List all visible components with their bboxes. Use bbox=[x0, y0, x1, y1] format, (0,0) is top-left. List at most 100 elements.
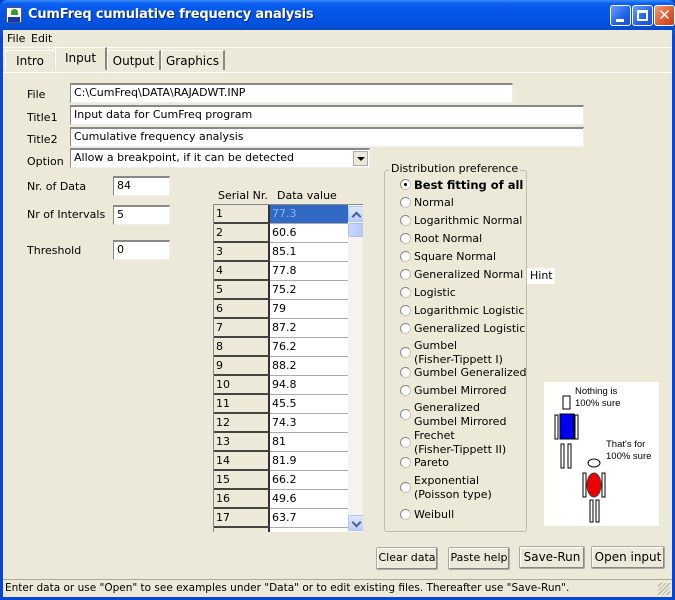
title2-input[interactable]: Cumulative frequency analysis bbox=[70, 127, 584, 147]
serial-cell[interactable]: 5 bbox=[214, 281, 270, 300]
data-value-cell[interactable]: 63.7 bbox=[270, 509, 348, 528]
table-row[interactable]: 16 49.6 bbox=[214, 490, 348, 509]
serial-cell[interactable]: 1 bbox=[214, 205, 270, 224]
data-value-cell[interactable]: 74.3 bbox=[270, 414, 348, 433]
serial-cell[interactable]: 8 bbox=[214, 338, 270, 357]
serial-cell[interactable]: 16 bbox=[214, 490, 270, 509]
tab-output[interactable]: Output bbox=[107, 50, 161, 70]
data-value-cell[interactable]: 45.5 bbox=[270, 395, 348, 414]
scroll-down-icon[interactable] bbox=[348, 515, 363, 531]
cumfreq-app-icon[interactable] bbox=[6, 7, 22, 23]
serial-cell[interactable]: 3 bbox=[214, 243, 270, 262]
close-button[interactable]: ✕ bbox=[654, 5, 675, 26]
serial-cell[interactable]: 17 bbox=[214, 509, 270, 528]
data-value-cell[interactable]: 60.6 bbox=[270, 224, 348, 243]
table-row[interactable]: 10 94.8 bbox=[214, 376, 348, 395]
table-row[interactable]: 14 81.9 bbox=[214, 452, 348, 471]
data-value-cell[interactable]: 79 bbox=[270, 300, 348, 319]
resize-grip-icon[interactable] bbox=[658, 583, 670, 595]
radio-button[interactable] bbox=[400, 457, 411, 468]
radio-button[interactable] bbox=[400, 367, 411, 378]
radio-button[interactable] bbox=[400, 197, 411, 208]
data-value-cell[interactable]: 70.5 bbox=[270, 528, 348, 532]
hint-label[interactable]: Hint bbox=[527, 268, 555, 284]
tab-input[interactable]: Input bbox=[55, 47, 107, 70]
table-row[interactable]: 5 75.2 bbox=[214, 281, 348, 300]
data-value-cell[interactable]: 75.2 bbox=[270, 281, 348, 300]
data-value-cell[interactable]: 81 bbox=[270, 433, 348, 452]
table-row[interactable]: 17 63.7 bbox=[214, 509, 348, 528]
data-value-cell[interactable]: 77.3 bbox=[270, 205, 348, 224]
table-row[interactable]: 12 74.3 bbox=[214, 414, 348, 433]
radio-button[interactable] bbox=[400, 347, 411, 358]
maximize-button[interactable] bbox=[632, 5, 653, 26]
table-row[interactable]: 2 60.6 bbox=[214, 224, 348, 243]
menu-edit[interactable]: Edit bbox=[31, 32, 52, 45]
nr-data-input[interactable]: 84 bbox=[113, 176, 170, 196]
radio-button[interactable] bbox=[400, 385, 411, 396]
table-row[interactable]: 1 77.3 bbox=[214, 205, 348, 224]
serial-cell[interactable]: 13 bbox=[214, 433, 270, 452]
data-value-cell[interactable]: 85.1 bbox=[270, 243, 348, 262]
option-select[interactable]: Allow a breakpoint, if it can be detecte… bbox=[70, 148, 370, 168]
title-bar[interactable]: CumFreq cumulative frequency analysis ✕ bbox=[0, 0, 675, 30]
clear-data-button[interactable]: Clear data bbox=[376, 547, 438, 570]
data-value-cell[interactable]: 77.8 bbox=[270, 262, 348, 281]
minimize-button[interactable] bbox=[610, 5, 631, 26]
data-value-cell[interactable]: 81.9 bbox=[270, 452, 348, 471]
scroll-thumb[interactable] bbox=[348, 223, 363, 237]
save-run-button[interactable]: Save-Run bbox=[519, 546, 585, 569]
radio-button[interactable] bbox=[400, 305, 411, 316]
radio-button[interactable] bbox=[400, 179, 411, 190]
nr-intervals-input[interactable]: 5 bbox=[113, 205, 170, 225]
serial-cell[interactable]: 14 bbox=[214, 452, 270, 471]
table-row[interactable]: 15 66.2 bbox=[214, 471, 348, 490]
table-row[interactable]: 13 81 bbox=[214, 433, 348, 452]
table-row[interactable]: 8 76.2 bbox=[214, 338, 348, 357]
table-row[interactable]: 6 79 bbox=[214, 300, 348, 319]
serial-cell[interactable]: 7 bbox=[214, 319, 270, 338]
serial-cell[interactable]: 10 bbox=[214, 376, 270, 395]
data-value-cell[interactable]: 76.2 bbox=[270, 338, 348, 357]
radio-button[interactable] bbox=[400, 482, 411, 493]
data-value-cell[interactable]: 66.2 bbox=[270, 471, 348, 490]
serial-cell[interactable]: 4 bbox=[214, 262, 270, 281]
radio-button[interactable] bbox=[400, 437, 411, 448]
radio-button[interactable] bbox=[400, 215, 411, 226]
open-input-button[interactable]: Open input bbox=[591, 546, 665, 569]
serial-cell[interactable]: 11 bbox=[214, 395, 270, 414]
threshold-input[interactable]: 0 bbox=[113, 240, 170, 260]
radio-button[interactable] bbox=[400, 323, 411, 334]
grid-scrollbar[interactable] bbox=[348, 205, 363, 532]
tab-intro[interactable]: Intro bbox=[5, 50, 55, 70]
serial-cell[interactable]: 15 bbox=[214, 471, 270, 490]
serial-cell[interactable]: 18 bbox=[214, 528, 270, 532]
file-path-input[interactable]: C:\CumFreq\DATA\RAJADWT.INP bbox=[70, 83, 513, 103]
data-value-cell[interactable]: 94.8 bbox=[270, 376, 348, 395]
menu-file[interactable]: File bbox=[7, 32, 25, 45]
table-row[interactable]: 4 77.8 bbox=[214, 262, 348, 281]
radio-button[interactable] bbox=[400, 509, 411, 520]
serial-cell[interactable]: 12 bbox=[214, 414, 270, 433]
table-row[interactable]: 11 45.5 bbox=[214, 395, 348, 414]
tab-graphics[interactable]: Graphics bbox=[161, 50, 225, 70]
radio-button[interactable] bbox=[400, 269, 411, 280]
radio-button[interactable] bbox=[400, 287, 411, 298]
serial-cell[interactable]: 9 bbox=[214, 357, 270, 376]
table-row[interactable]: 7 87.2 bbox=[214, 319, 348, 338]
table-row[interactable]: 3 85.1 bbox=[214, 243, 348, 262]
title1-input[interactable]: Input data for CumFreq program bbox=[70, 105, 584, 125]
data-value-cell[interactable]: 49.6 bbox=[270, 490, 348, 509]
data-value-cell[interactable]: 87.2 bbox=[270, 319, 348, 338]
radio-button[interactable] bbox=[400, 409, 411, 420]
table-row[interactable]: 1870.5 bbox=[214, 528, 348, 532]
chevron-down-icon[interactable] bbox=[353, 151, 368, 166]
paste-help-button[interactable]: Paste help bbox=[448, 547, 510, 570]
scroll-up-icon[interactable] bbox=[348, 206, 363, 222]
radio-button[interactable] bbox=[400, 251, 411, 262]
radio-button[interactable] bbox=[400, 233, 411, 244]
table-row[interactable]: 9 88.2 bbox=[214, 357, 348, 376]
data-value-cell[interactable]: 88.2 bbox=[270, 357, 348, 376]
serial-cell[interactable]: 6 bbox=[214, 300, 270, 319]
serial-cell[interactable]: 2 bbox=[214, 224, 270, 243]
